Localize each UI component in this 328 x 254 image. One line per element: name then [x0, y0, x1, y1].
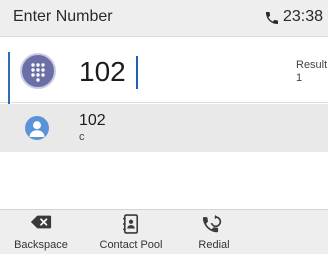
contact-name: c: [79, 131, 85, 143]
contact-pool-label: Contact Pool: [99, 239, 163, 251]
redial-icon: [202, 214, 222, 233]
redial-label: Redial: [198, 239, 230, 251]
contact-avatar-icon: [25, 116, 49, 140]
results-list-empty-area: [0, 152, 328, 209]
input-focus-accent: [8, 52, 10, 104]
text-caret: [136, 56, 138, 89]
result-count: 1: [296, 72, 303, 84]
page-title: Enter Number: [13, 8, 113, 25]
contact-pool-button[interactable]: Contact Pool: [91, 210, 171, 254]
backspace-label: Backspace: [14, 239, 68, 251]
result-label: Result: [296, 59, 328, 71]
backspace-icon: [30, 215, 52, 229]
redial-button[interactable]: Redial: [183, 210, 245, 254]
number-input-row[interactable]: 102 Result 1: [0, 44, 328, 104]
status-bar: Enter Number 23:38: [0, 0, 328, 37]
contact-book-icon: [123, 214, 139, 234]
backspace-button[interactable]: Backspace: [3, 210, 79, 254]
clock: 23:38: [283, 8, 324, 25]
contact-number: 102: [79, 112, 106, 129]
list-item[interactable]: 102 c: [0, 104, 328, 152]
dialpad-icon[interactable]: [20, 53, 56, 89]
number-input[interactable]: 102: [79, 52, 126, 92]
softkey-bar: Backspace Contact Pool Redial: [0, 209, 328, 254]
phone-icon: [264, 10, 280, 26]
